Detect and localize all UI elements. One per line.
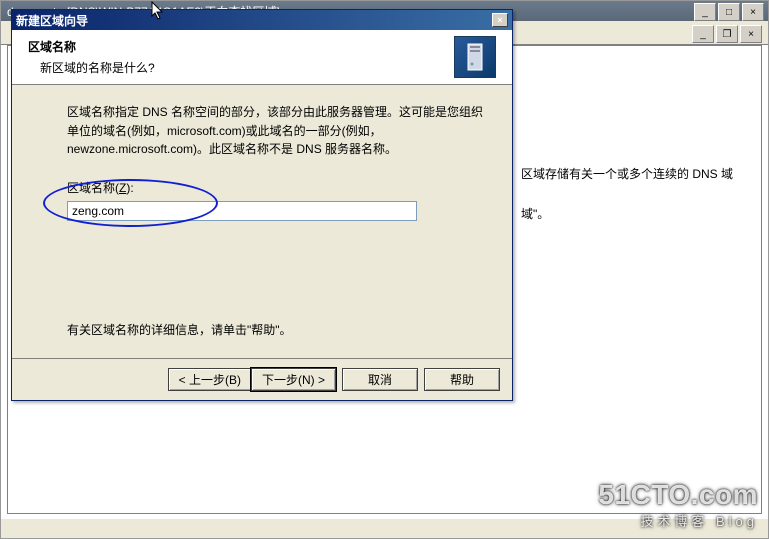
wizard-help-text: 有关区域名称的详细信息，请单击"帮助"。 (67, 321, 484, 340)
mdi-restore-button[interactable]: ❐ (716, 25, 738, 43)
zone-name-input[interactable] (67, 201, 417, 221)
wizard-header-title: 区域名称 (28, 38, 454, 55)
main-window-controls: _ □ × (694, 3, 764, 21)
wizard-header: 区域名称 新区域的名称是什么? (12, 30, 512, 85)
wizard-close-button[interactable]: × (492, 13, 508, 27)
main-maximize-button[interactable]: □ (718, 3, 740, 21)
wizard-footer: < 上一步(B) 下一步(N) > 取消 帮助 (12, 358, 512, 400)
wizard-description: 区域名称指定 DNS 名称空间的部分，该部分由此服务器管理。这可能是您组织单位的… (67, 103, 484, 159)
new-zone-wizard-dialog: 新建区域向导 × 区域名称 新区域的名称是什么? 区域名称指定 DNS 名称空间… (11, 9, 513, 401)
mdi-window-controls: _ ❐ × (692, 25, 762, 43)
next-button[interactable]: 下一步(N) > (251, 368, 336, 391)
cancel-button[interactable]: 取消 (342, 368, 418, 391)
main-minimize-button[interactable]: _ (694, 3, 716, 21)
server-icon (454, 36, 496, 78)
field-label-post: ): (126, 181, 133, 195)
wizard-title-text: 新建区域向导 (16, 12, 492, 29)
mdi-close-button[interactable]: × (740, 25, 762, 43)
field-label-pre: 区域名称( (67, 181, 119, 195)
status-bar (1, 518, 768, 538)
background-text-2: 域"。 (521, 205, 549, 222)
back-button[interactable]: < 上一步(B) (168, 368, 251, 391)
wizard-body: 区域名称指定 DNS 名称空间的部分，该部分由此服务器管理。这可能是您组织单位的… (12, 85, 512, 358)
background-text-1: 区域存储有关一个或多个连续的 DNS 域 (521, 165, 733, 182)
zone-name-label: 区域名称(Z): (67, 179, 484, 198)
mdi-minimize-button[interactable]: _ (692, 25, 714, 43)
help-button[interactable]: 帮助 (424, 368, 500, 391)
wizard-header-subtitle: 新区域的名称是什么? (40, 59, 454, 76)
main-close-button[interactable]: × (742, 3, 764, 21)
wizard-titlebar[interactable]: 新建区域向导 × (12, 10, 512, 30)
